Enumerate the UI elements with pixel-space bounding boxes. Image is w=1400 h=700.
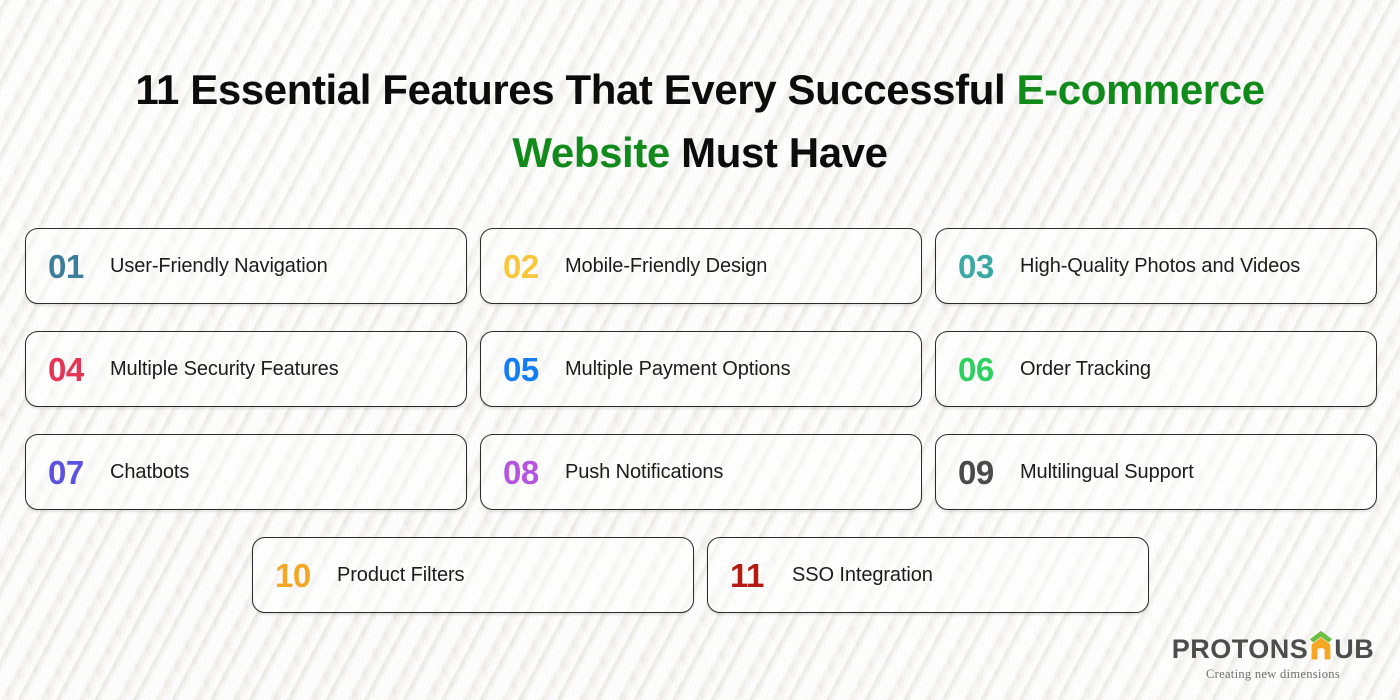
feature-card-09[interactable]: 09 Multilingual Support — [935, 434, 1377, 510]
title-text-lead: 11 Essential Features That Every Success… — [135, 66, 1017, 113]
feature-row-4: 10 Product Filters 11 SSO Integration — [252, 537, 1149, 613]
feature-number-04: 04 — [48, 350, 84, 388]
feature-card-02[interactable]: 02 Mobile-Friendly Design — [480, 228, 922, 304]
feature-label-02: Mobile-Friendly Design — [565, 255, 768, 277]
logo-wordmark: PROTONS UB — [1171, 631, 1375, 664]
title-accent-website: Website — [512, 129, 670, 176]
feature-card-06[interactable]: 06 Order Tracking — [935, 331, 1377, 407]
feature-card-04[interactable]: 04 Multiple Security Features — [25, 331, 467, 407]
page-title: 11 Essential Features That Every Success… — [100, 58, 1300, 184]
title-line-1: 11 Essential Features That Every Success… — [100, 58, 1300, 121]
feature-number-08: 08 — [503, 453, 539, 491]
feature-label-11: SSO Integration — [792, 564, 933, 586]
feature-label-04: Multiple Security Features — [110, 358, 339, 380]
feature-label-10: Product Filters — [337, 564, 465, 586]
feature-number-05: 05 — [503, 350, 539, 388]
title-accent-ecommerce: E-commerce — [1016, 66, 1266, 113]
logo-word-before: PROTONS — [1171, 634, 1309, 664]
feature-number-03: 03 — [958, 247, 994, 285]
feature-label-01: User-Friendly Navigation — [110, 255, 328, 277]
feature-card-07[interactable]: 07 Chatbots — [25, 434, 467, 510]
infographic-page: 11 Essential Features That Every Success… — [0, 0, 1400, 700]
feature-row-2: 04 Multiple Security Features 05 Multipl… — [25, 331, 1377, 407]
feature-number-11: 11 — [730, 556, 764, 594]
feature-card-10[interactable]: 10 Product Filters — [252, 537, 694, 613]
feature-card-11[interactable]: 11 SSO Integration — [707, 537, 1149, 613]
title-text-tail: Must Have — [669, 129, 888, 176]
feature-number-02: 02 — [503, 247, 539, 285]
feature-number-09: 09 — [958, 453, 994, 491]
feature-number-10: 10 — [275, 556, 311, 594]
logo-tagline: Creating new dimensions — [1206, 667, 1340, 681]
feature-number-01: 01 — [48, 247, 84, 285]
feature-number-06: 06 — [958, 350, 994, 388]
feature-label-08: Push Notifications — [565, 461, 724, 483]
feature-label-06: Order Tracking — [1020, 358, 1151, 380]
feature-row-3: 07 Chatbots 08 Push Notifications 09 Mul… — [25, 434, 1377, 510]
title-line-2: Website Must Have — [100, 121, 1300, 184]
feature-card-05[interactable]: 05 Multiple Payment Options — [480, 331, 922, 407]
company-logo: PROTONS UB Creating new dimensions — [1168, 631, 1378, 682]
feature-label-09: Multilingual Support — [1020, 461, 1194, 483]
logo-mark: PROTONS UB — [1171, 631, 1375, 666]
feature-row-1: 01 User-Friendly Navigation 02 Mobile-Fr… — [25, 228, 1377, 304]
feature-label-07: Chatbots — [110, 461, 190, 483]
feature-label-05: Multiple Payment Options — [565, 358, 791, 380]
feature-label-03: High-Quality Photos and Videos — [1020, 255, 1301, 277]
feature-card-01[interactable]: 01 User-Friendly Navigation — [25, 228, 467, 304]
house-icon — [1309, 630, 1333, 660]
feature-card-03[interactable]: 03 High-Quality Photos and Videos — [935, 228, 1377, 304]
feature-card-08[interactable]: 08 Push Notifications — [480, 434, 922, 510]
feature-number-07: 07 — [48, 453, 84, 491]
logo-word-after: UB — [1334, 634, 1375, 664]
